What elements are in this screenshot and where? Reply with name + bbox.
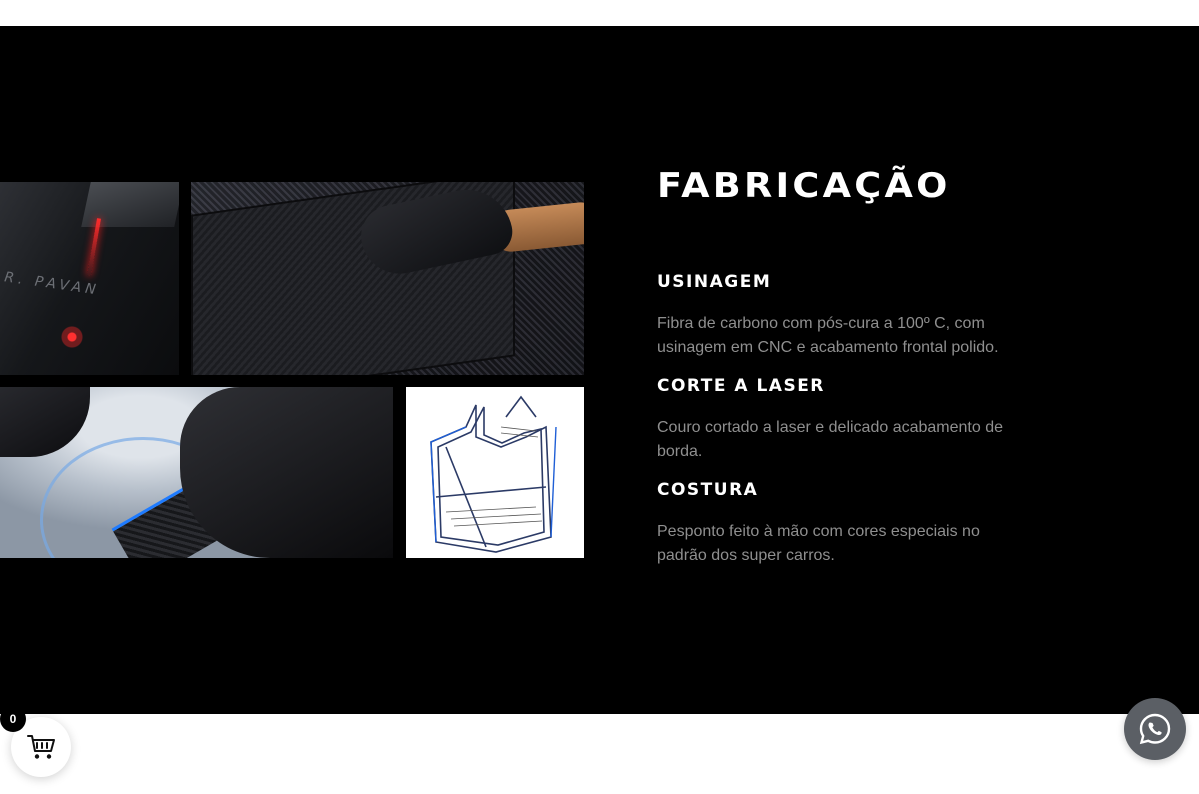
item-text-costura: Pesponto feito à mão com cores especiais… <box>657 523 980 564</box>
carbon-fiber-cnc-image <box>191 182 584 375</box>
item-heading-costura: COSTURA <box>657 480 759 500</box>
hand-stitching-image <box>0 387 393 558</box>
item-heading-corte-a-laser: CORTE A LASER <box>657 376 825 396</box>
item-text-usinagem: Fibra de carbono com pós-cura a 100º C, … <box>657 315 999 356</box>
engraving-text: R. PAVAN <box>3 269 101 299</box>
whatsapp-button[interactable] <box>1124 698 1186 760</box>
fabrication-section: R. PAVAN FABRICAÇÃO USINAGEM Fibra de ca… <box>0 26 1199 714</box>
wallet-sketch-image <box>406 387 584 558</box>
shopping-cart-icon <box>27 735 55 759</box>
section-title: FABRICAÇÃO <box>657 166 951 206</box>
laser-engraving-image: R. PAVAN <box>0 182 179 375</box>
cart-count-badge: 0 <box>0 706 26 732</box>
item-text-corte-a-laser: Couro cortado a laser e delicado acabame… <box>657 419 1003 460</box>
whatsapp-icon <box>1139 713 1171 745</box>
item-heading-usinagem: USINAGEM <box>657 272 772 292</box>
